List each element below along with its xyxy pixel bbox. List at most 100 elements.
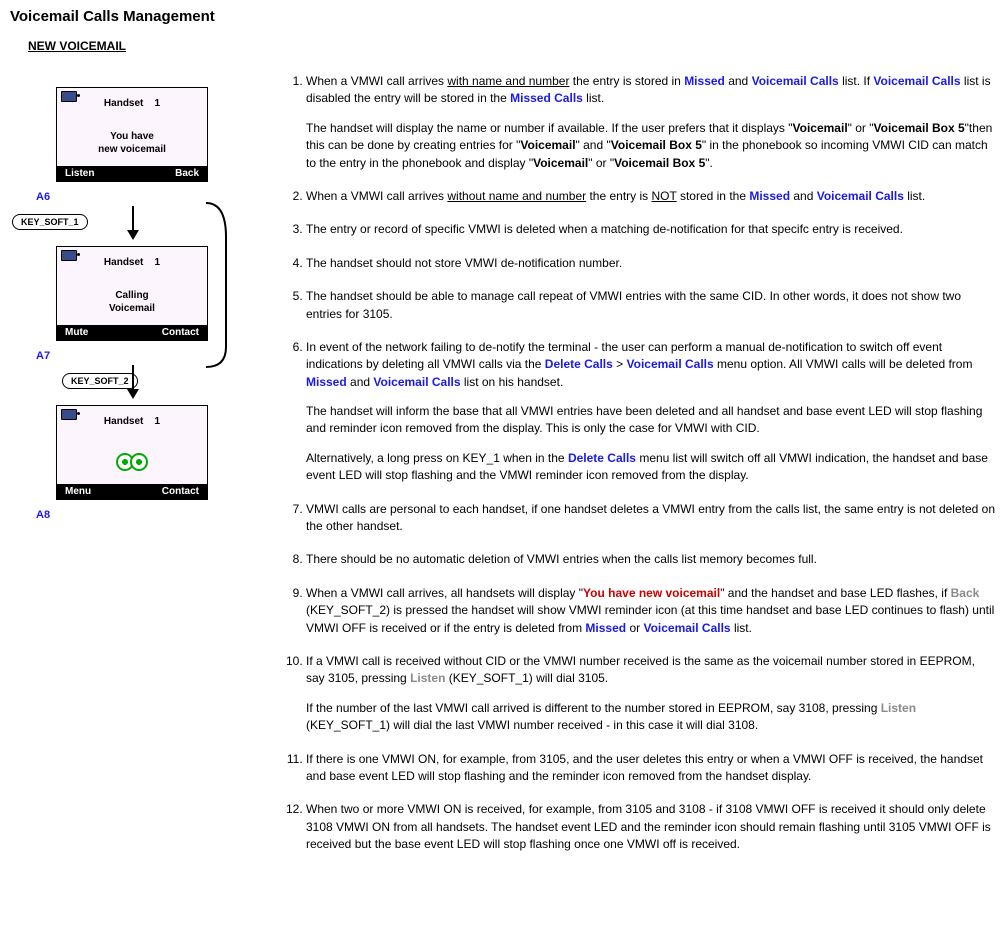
softkey-right[interactable]: Contact: [162, 327, 199, 338]
missed-link: Missed: [749, 189, 790, 203]
rule-7: VMWI calls are personal to each handset,…: [306, 501, 996, 536]
text: " or ": [588, 156, 614, 170]
text: ".: [705, 156, 713, 170]
text: When a VMWI call arrives: [306, 189, 447, 203]
text: " or ": [848, 121, 874, 135]
text: " and the handset and base LED flashes, …: [720, 586, 950, 600]
voicemail-calls-link: Voicemail Calls: [752, 74, 839, 88]
text: Voicemail: [520, 138, 575, 152]
voicemail-calls-link: Voicemail Calls: [817, 189, 904, 203]
phone-message-line: Voicemail: [109, 303, 155, 314]
text: You have new voicemail: [583, 586, 720, 600]
key-soft-2-pill: KEY_SOFT_2: [62, 373, 138, 389]
phone-mockups-column: A6 Handset 1 You have new voicemail List…: [10, 73, 250, 530]
rules-list: When a VMWI call arrives with name and n…: [280, 73, 996, 854]
handset-label: Handset: [104, 416, 143, 427]
rule-9: When a VMWI call arrives, all handsets w…: [306, 585, 996, 637]
text: list.: [904, 189, 925, 203]
page-title: Voicemail Calls Management: [10, 8, 996, 25]
text: the entry is: [586, 189, 651, 203]
text: (KEY_SOFT_1) will dial the last VMWI num…: [306, 718, 758, 732]
phone-id-label: A6: [36, 191, 50, 203]
text: Voicemail Box 5: [611, 138, 702, 152]
text: If the number of the last VMWI call arri…: [306, 701, 881, 715]
voicemail-calls-link: Voicemail Calls: [643, 621, 730, 635]
text: menu option. All VMWI calls will be dele…: [714, 357, 973, 371]
rule-10: If a VMWI call is received without CID o…: [306, 653, 996, 735]
rule-6: In event of the network failing to de-no…: [306, 339, 996, 485]
handset-label: Handset: [104, 257, 143, 268]
text: list.: [731, 621, 752, 635]
back-key-ref: Back: [951, 586, 980, 600]
battery-icon: [61, 409, 77, 420]
text: with name and number: [447, 74, 569, 88]
softkey-left[interactable]: Menu: [65, 486, 91, 497]
text: Voicemail Box 5: [874, 121, 965, 135]
text: without name and number: [447, 189, 586, 203]
text: the entry is stored in: [569, 74, 684, 88]
phone-id-label: A7: [36, 350, 50, 362]
phone-a7: A7 Handset 1 Calling Voicemail Mute Cont: [10, 246, 250, 341]
rule-11: If there is one VMWI ON, for example, fr…: [306, 751, 996, 786]
text: When a VMWI call arrives: [306, 74, 447, 88]
handset-number: 1: [155, 257, 161, 268]
battery-icon: [61, 91, 77, 102]
missed-calls-link: Missed Calls: [510, 91, 583, 105]
text: Alternatively, a long press on KEY_1 whe…: [306, 451, 568, 465]
text: Voicemail: [793, 121, 848, 135]
key-soft-1-pill: KEY_SOFT_1: [12, 214, 88, 230]
text: or: [626, 621, 643, 635]
softkey-left[interactable]: Listen: [65, 168, 94, 179]
text: NOT: [652, 189, 677, 203]
text: The handset will inform the base that al…: [306, 403, 996, 438]
missed-link: Missed: [585, 621, 626, 635]
voicemail-calls-link: Voicemail Calls: [627, 357, 714, 371]
text: Voicemail: [533, 156, 588, 170]
text: If a VMWI call is received without CID o…: [306, 654, 975, 685]
rule-5: The handset should be able to manage cal…: [306, 288, 996, 323]
softkey-right[interactable]: Contact: [162, 486, 199, 497]
voicemail-reminder-icon: [118, 453, 146, 474]
text: " and ": [576, 138, 611, 152]
text: and: [790, 189, 817, 203]
missed-link: Missed: [684, 74, 725, 88]
handset-number: 1: [155, 98, 161, 109]
softkey-left[interactable]: Mute: [65, 327, 88, 338]
text: When a VMWI call arrives, all handsets w…: [306, 586, 583, 600]
softkey-right[interactable]: Back: [175, 168, 199, 179]
delete-calls-link: Delete Calls: [568, 451, 636, 465]
text: Voicemail Box 5: [614, 156, 705, 170]
text: list on his handset.: [461, 375, 564, 389]
text: and: [347, 375, 374, 389]
section-subtitle: NEW VOICEMAIL: [28, 39, 996, 53]
text: stored in the: [677, 189, 750, 203]
phone-message-line: Calling: [115, 290, 148, 301]
phone-message-line: You have: [110, 131, 154, 142]
phone-message-line: new voicemail: [98, 144, 166, 155]
listen-key-ref: Listen: [881, 701, 916, 715]
rule-2: When a VMWI call arrives without name an…: [306, 188, 996, 205]
missed-link: Missed: [306, 375, 347, 389]
text: (KEY_SOFT_1) will dial 3105.: [445, 671, 608, 685]
rule-8: There should be no automatic deletion of…: [306, 551, 996, 568]
text: and: [725, 74, 752, 88]
rule-12: When two or more VMWI ON is received, fo…: [306, 801, 996, 853]
rule-4: The handset should not store VMWI de-not…: [306, 255, 996, 272]
battery-icon: [61, 250, 77, 261]
handset-label: Handset: [104, 98, 143, 109]
text: list. If: [839, 74, 874, 88]
connector-a7-a8: KEY_SOFT_2: [56, 371, 250, 405]
text: The handset will display the name or num…: [306, 121, 793, 135]
text: >: [613, 357, 627, 371]
listen-key-ref: Listen: [410, 671, 445, 685]
delete-calls-link: Delete Calls: [545, 357, 613, 371]
rule-3: The entry or record of specific VMWI is …: [306, 221, 996, 238]
rules-column: When a VMWI call arrives with name and n…: [250, 73, 996, 870]
text: list.: [583, 91, 604, 105]
phone-a6: A6 Handset 1 You have new voicemail List…: [10, 87, 250, 182]
rule-1: When a VMWI call arrives with name and n…: [306, 73, 996, 172]
voicemail-calls-link: Voicemail Calls: [873, 74, 960, 88]
phone-id-label: A8: [36, 509, 50, 521]
phone-a8: A8 Handset 1 Menu Contact: [10, 405, 250, 500]
handset-number: 1: [155, 416, 161, 427]
